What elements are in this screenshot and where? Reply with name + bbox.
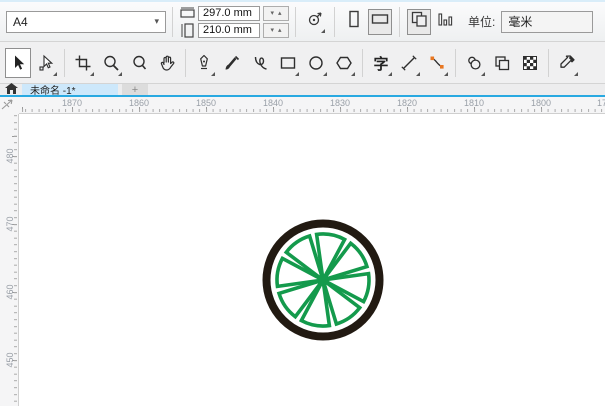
hruler-label: 1810 xyxy=(463,98,485,108)
nudge-offset-icon xyxy=(306,10,324,33)
drawing-canvas[interactable] xyxy=(19,114,605,406)
polygon-tool[interactable] xyxy=(331,48,357,78)
shadow-tool[interactable] xyxy=(461,48,487,78)
toolbox: 字 xyxy=(0,43,605,84)
pan-tool[interactable] xyxy=(154,48,180,78)
separator xyxy=(172,6,173,37)
spin-up-icon[interactable]: ▴ xyxy=(278,26,282,34)
page-height-value: 210.0 mm xyxy=(203,24,252,36)
vruler-label: 480 xyxy=(5,148,15,164)
page-width-value: 297.0 mm xyxy=(203,7,252,19)
separator xyxy=(548,49,549,77)
text-tool-glyph: 字 xyxy=(373,55,389,73)
spin-down-icon[interactable]: ▾ xyxy=(270,9,274,17)
landscape-icon xyxy=(370,10,390,33)
hruler-label: 1820 xyxy=(396,98,418,108)
all-pages-icon xyxy=(410,10,428,33)
nudge-offset-button[interactable] xyxy=(303,9,327,35)
contour-tool[interactable] xyxy=(489,48,515,78)
hruler-label: 1830 xyxy=(329,98,351,108)
portrait-icon xyxy=(345,9,363,34)
vruler-label: 460 xyxy=(5,284,15,300)
page-size-select[interactable]: A4 ▾ xyxy=(6,10,166,33)
vertical-ruler[interactable]: 480 470 460 450 xyxy=(0,114,19,406)
brush-tool[interactable] xyxy=(219,48,245,78)
home-button[interactable] xyxy=(0,82,22,95)
text-tool[interactable]: 字 xyxy=(368,48,394,78)
bspline-tool[interactable] xyxy=(247,48,273,78)
vruler-label: 450 xyxy=(5,352,15,368)
eyedropper-tool[interactable] xyxy=(554,48,580,78)
separator xyxy=(334,6,335,37)
vruler-label: 470 xyxy=(5,216,15,232)
new-tab-button[interactable]: + xyxy=(122,83,148,96)
ruler-origin-icon xyxy=(1,99,13,110)
page-size-value: A4 xyxy=(13,14,28,29)
pen-tool[interactable] xyxy=(191,48,217,78)
separator xyxy=(295,6,296,37)
page-height-icon xyxy=(179,22,195,38)
page-height-input[interactable]: 210.0 mm xyxy=(198,22,260,38)
hruler-label: 1850 xyxy=(195,98,217,108)
separator xyxy=(64,49,65,77)
spin-down-icon[interactable]: ▾ xyxy=(270,26,274,34)
zoom-out-tool[interactable] xyxy=(126,48,152,78)
units-select[interactable]: 毫米 xyxy=(501,10,594,33)
separator xyxy=(399,6,400,37)
hruler-label: 1860 xyxy=(128,98,150,108)
plus-icon: + xyxy=(131,83,139,96)
connector-tool[interactable] xyxy=(424,48,450,78)
dimension-tool[interactable] xyxy=(396,48,422,78)
page-width-input[interactable]: 297.0 mm xyxy=(198,5,260,21)
tab-untitled-1[interactable]: 未命名 -1* xyxy=(22,84,118,97)
units-value: 毫米 xyxy=(508,15,533,29)
hruler-label: 17 xyxy=(597,98,605,108)
hruler-label: 1870 xyxy=(61,98,83,108)
spin-up-icon[interactable]: ▴ xyxy=(278,9,282,17)
rectangle-tool[interactable] xyxy=(275,48,301,78)
all-pages-button[interactable] xyxy=(407,8,431,35)
hruler-label: 1840 xyxy=(262,98,284,108)
page-height-stepper[interactable]: ▾ ▴ xyxy=(263,22,289,38)
hruler-label: 1800 xyxy=(530,98,552,108)
page-width-icon xyxy=(179,6,195,21)
portrait-button[interactable] xyxy=(342,9,366,35)
wheel-logo-object[interactable] xyxy=(258,215,388,345)
page-width-stepper[interactable]: ▾ ▴ xyxy=(263,5,289,21)
landscape-button[interactable] xyxy=(368,8,392,35)
ellipse-tool[interactable] xyxy=(303,48,329,78)
separator xyxy=(362,49,363,77)
property-bar: A4 ▾ 297.0 mm ▾ ▴ 210.0 mm ▾ ▴ 单位: 毫米 xyxy=(0,0,605,42)
current-page-button[interactable] xyxy=(433,9,457,35)
zoom-tool[interactable] xyxy=(98,48,124,78)
crop-tool[interactable] xyxy=(70,48,96,78)
horizontal-ruler[interactable]: 1870 1860 1850 1840 1830 1820 1810 1800 … xyxy=(19,97,605,114)
document-tab-bar: 未命名 -1* + xyxy=(0,82,605,97)
pick-tool[interactable] xyxy=(5,48,31,78)
shape-tool[interactable] xyxy=(33,48,59,78)
current-page-icon xyxy=(436,10,454,33)
units-label: 单位: xyxy=(468,15,496,29)
pattern-fill-tool[interactable] xyxy=(517,48,543,78)
ruler-origin[interactable] xyxy=(0,97,19,114)
chevron-down-icon: ▾ xyxy=(154,16,159,26)
separator xyxy=(185,49,186,77)
separator xyxy=(455,49,456,77)
